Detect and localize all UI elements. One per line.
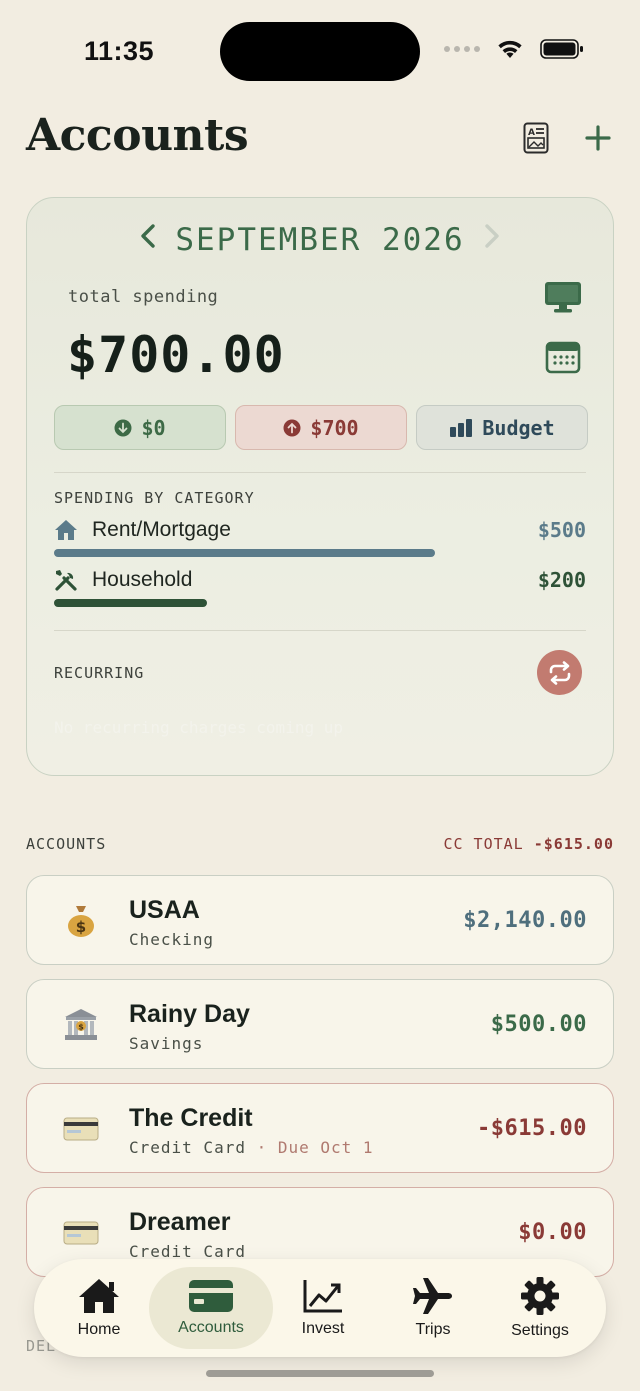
svg-text:A: A xyxy=(528,128,535,138)
income-amount: $0 xyxy=(141,415,166,440)
repeat-icon xyxy=(549,660,570,685)
cc-total-value: -$615.00 xyxy=(533,835,614,853)
income-pill[interactable]: $0 xyxy=(54,405,226,450)
tab-label: Invest xyxy=(301,1320,345,1337)
month-label: SEPTEMBER 2026 xyxy=(175,222,465,258)
due-date: · Due Oct 1 xyxy=(245,1138,374,1157)
divider xyxy=(54,472,586,473)
monitor-icon xyxy=(545,282,581,313)
svg-text:$: $ xyxy=(78,1023,84,1032)
account-type-label: Savings xyxy=(129,1034,204,1053)
summary-pill-row: $0 $700 Budget xyxy=(54,405,588,450)
next-month-button[interactable] xyxy=(483,223,501,257)
category-amount: $200 xyxy=(537,568,586,592)
recurring-button[interactable] xyxy=(537,650,582,695)
category-name: Household xyxy=(92,568,193,591)
category-progress-bar xyxy=(54,599,207,607)
account-card[interactable]: $ USAA Checking $2,140.00 xyxy=(26,875,614,965)
money-bag-icon: $ xyxy=(63,903,99,939)
budget-button[interactable]: Budget xyxy=(416,405,588,450)
wifi-icon xyxy=(498,40,522,58)
calendar-icon xyxy=(545,341,581,374)
accounts-section-label: ACCOUNTS xyxy=(26,835,107,853)
tab-label: Accounts xyxy=(178,1319,244,1336)
svg-text:$: $ xyxy=(76,918,86,936)
account-card[interactable]: $ Rainy Day Savings $500.00 xyxy=(26,979,614,1069)
tab-label: Settings xyxy=(511,1322,569,1339)
tab-label: Trips xyxy=(415,1321,451,1338)
category-progress-bar xyxy=(54,549,435,557)
account-name: USAA xyxy=(129,896,200,924)
desktop-view-button[interactable] xyxy=(543,277,583,317)
home-indicator xyxy=(206,1370,434,1377)
tab-label: Home xyxy=(77,1321,121,1338)
report-icon: A xyxy=(523,122,549,154)
chevron-left-icon xyxy=(141,224,156,248)
report-button[interactable]: A xyxy=(516,118,556,158)
airplane-icon xyxy=(413,1278,452,1314)
recurring-empty-message: No recurring charges coming up xyxy=(54,718,343,737)
monthly-summary-card: SEPTEMBER 2026 total spending $700.00 $0 xyxy=(26,197,614,776)
tab-accounts[interactable]: Accounts xyxy=(149,1267,273,1349)
account-name: The Credit xyxy=(129,1104,253,1132)
account-type: Credit Card · Due Oct 1 xyxy=(129,1138,374,1157)
add-account-button[interactable] xyxy=(578,118,618,158)
account-balance: $0.00 xyxy=(518,1220,587,1245)
account-type-label: Credit Card xyxy=(129,1138,246,1157)
cc-total: CC TOTAL -$615.00 xyxy=(443,835,614,853)
house-icon xyxy=(55,520,77,540)
credit-card-icon xyxy=(63,1111,99,1147)
month-selector: SEPTEMBER 2026 xyxy=(27,222,613,258)
plus-icon xyxy=(585,125,611,151)
gear-icon xyxy=(521,1277,559,1315)
recurring-label: RECURRING xyxy=(54,664,145,682)
tools-icon xyxy=(55,570,77,591)
account-balance: $500.00 xyxy=(490,1012,587,1037)
total-spending-label: total spending xyxy=(68,287,219,307)
bar-chart-icon xyxy=(450,418,473,437)
bank-icon: $ xyxy=(63,1007,99,1043)
budget-label: Budget xyxy=(482,415,555,440)
tab-home[interactable]: Home xyxy=(44,1267,154,1349)
tab-bar: Home Accounts Invest Trips Settings xyxy=(34,1259,606,1357)
status-time: 11:35 xyxy=(84,36,155,66)
chevron-right-icon xyxy=(484,224,499,248)
account-balance: -$615.00 xyxy=(477,1116,587,1141)
divider xyxy=(54,630,586,631)
cc-total-label: CC TOTAL xyxy=(443,835,524,853)
credit-card-icon xyxy=(63,1215,99,1251)
battery-icon xyxy=(540,39,583,59)
category-name: Rent/Mortgage xyxy=(92,518,231,541)
account-type-label: Checking xyxy=(129,930,215,949)
expense-amount: $700 xyxy=(310,415,359,440)
account-card[interactable]: The Credit Credit Card · Due Oct 1 -$615… xyxy=(26,1083,614,1173)
home-icon xyxy=(79,1279,119,1313)
category-amount: $500 xyxy=(537,518,586,542)
total-spending-amount: $700.00 xyxy=(67,326,285,384)
arrow-up-circle-icon xyxy=(283,419,301,436)
dynamic-island xyxy=(220,22,420,81)
expense-pill[interactable]: $700 xyxy=(235,405,407,450)
spending-by-category-label: SPENDING BY CATEGORY xyxy=(54,489,255,507)
chart-line-icon xyxy=(303,1280,342,1313)
account-name: Rainy Day xyxy=(129,1000,250,1028)
account-type: Checking xyxy=(129,930,214,949)
status-icons xyxy=(444,38,584,60)
tab-settings[interactable]: Settings xyxy=(485,1267,595,1349)
account-balance: $2,140.00 xyxy=(463,908,587,933)
tab-invest[interactable]: Invest xyxy=(268,1267,378,1349)
account-type: Savings xyxy=(129,1034,203,1053)
page-title: Accounts xyxy=(26,110,249,161)
category-row[interactable]: Household $200 xyxy=(54,565,586,595)
wallet-icon xyxy=(189,1280,233,1312)
calendar-button[interactable] xyxy=(543,337,583,377)
cellular-signal-icon xyxy=(444,46,480,52)
tab-trips[interactable]: Trips xyxy=(378,1267,488,1349)
category-row[interactable]: Rent/Mortgage $500 xyxy=(54,515,586,545)
arrow-down-circle-icon xyxy=(114,419,132,436)
account-name: Dreamer xyxy=(129,1208,231,1236)
prev-month-button[interactable] xyxy=(139,223,157,257)
